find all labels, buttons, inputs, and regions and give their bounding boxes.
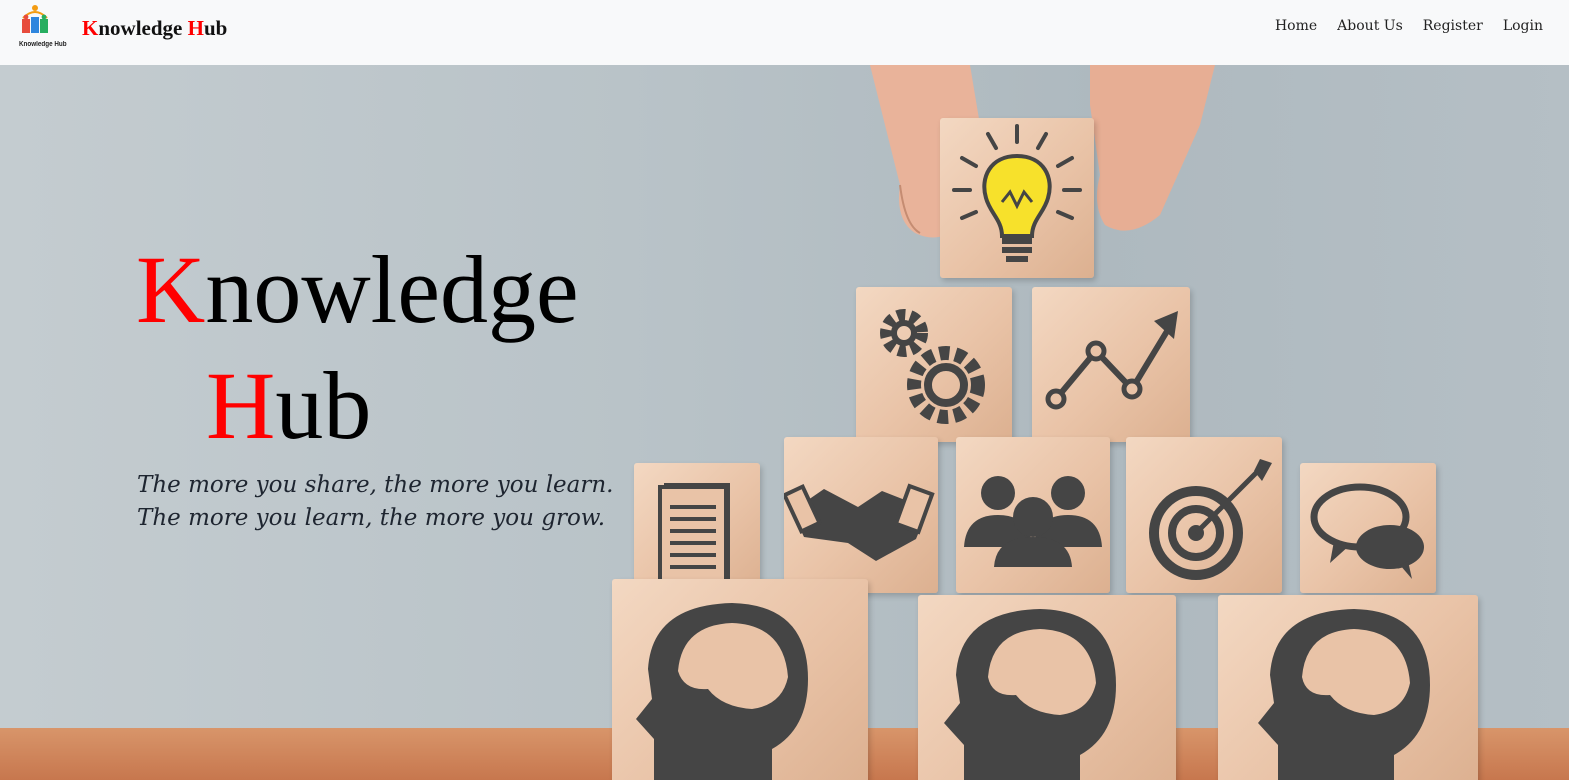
team-icon (964, 476, 1102, 567)
tagline-line-2: The more you learn, the more you grow. (137, 505, 606, 531)
handshake-icon (784, 483, 935, 561)
speech-bubbles-icon (1310, 483, 1424, 579)
documents-icon (658, 483, 730, 585)
block-gears (856, 287, 1012, 442)
hero-title-line-2: Hub (206, 358, 371, 454)
nav-link-login[interactable]: Login (1493, 18, 1553, 34)
navbar: Knowledge Hub Knowledge Hub Home About U… (0, 0, 1569, 65)
hero-title-line-1: Knowledge (136, 242, 579, 338)
hero-tagline: The more you share, the more you learn. … (137, 469, 614, 535)
block-team (956, 437, 1110, 593)
block-head-1 (612, 579, 868, 780)
head-brain-icon (636, 603, 808, 780)
lightbulb-icon (952, 124, 1082, 262)
logo-text: Knowledge Hub (19, 41, 67, 48)
head-brain-icon (1258, 609, 1430, 780)
brand-text-2: ub (203, 16, 228, 40)
brand-text-1: nowledge (98, 16, 188, 40)
head-brain-icon (944, 609, 1116, 780)
block-handshake (784, 437, 938, 593)
brand-initial-h: H (187, 16, 204, 40)
block-documents (634, 463, 760, 593)
block-head-2 (918, 595, 1176, 780)
nav-link-about-us[interactable]: About Us (1327, 18, 1413, 34)
gears-icon (880, 309, 985, 424)
brand-initial-k: K (82, 16, 99, 40)
brand-name[interactable]: Knowledge Hub (82, 16, 227, 41)
nav-link-register[interactable]: Register (1413, 18, 1493, 34)
tagline-line-1: The more you share, the more you learn. (137, 472, 614, 498)
block-speech (1300, 463, 1436, 593)
site-logo[interactable]: Knowledge Hub (9, 4, 67, 50)
hero-title-rest-2: ub (275, 352, 372, 459)
hero-initial-h: H (206, 352, 276, 459)
hero-initial-k: K (136, 236, 206, 343)
hero-banner: Knowledge Hub The more you share, the mo… (0, 65, 1569, 780)
block-target (1126, 437, 1282, 593)
block-lightbulb (940, 118, 1094, 278)
target-icon (1149, 459, 1272, 580)
nav-links: Home About Us Register Login (1265, 18, 1553, 34)
hero-title-rest-1: nowledge (205, 236, 579, 343)
block-chart (1032, 287, 1190, 442)
growth-chart-icon (1045, 311, 1178, 410)
block-head-3 (1218, 595, 1478, 780)
nav-link-home[interactable]: Home (1265, 18, 1327, 34)
